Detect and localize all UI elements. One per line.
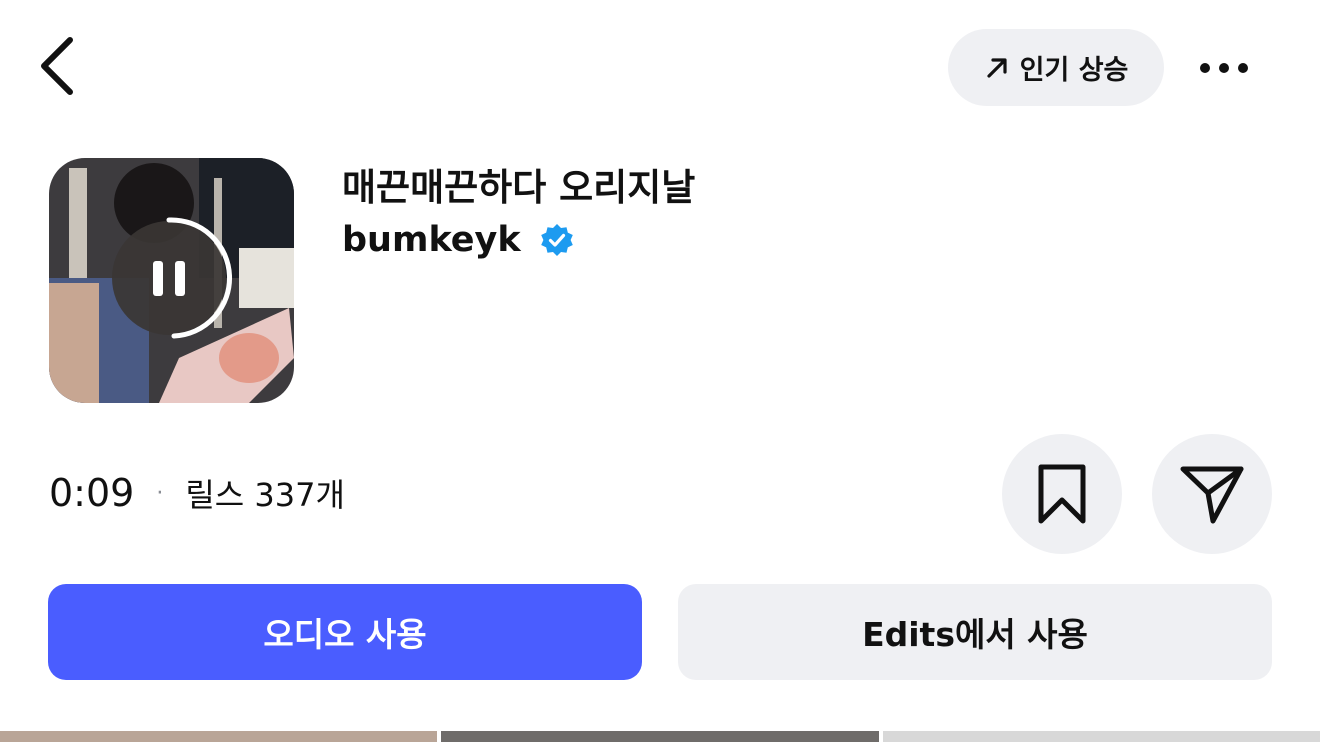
reel-thumbnail[interactable] [0, 731, 437, 742]
bookmark-icon [1038, 464, 1086, 524]
trending-badge[interactable]: 인기 상승 [948, 29, 1164, 106]
cover-photo [49, 158, 294, 403]
arrow-up-right-icon [987, 57, 1007, 78]
reels-count[interactable]: 릴스 337개 [185, 470, 345, 516]
more-horizontal-icon [1200, 63, 1248, 73]
audio-title: 매끈매끈하다 오리지날 [342, 166, 696, 209]
share-button[interactable] [1152, 434, 1272, 554]
reel-thumbnail[interactable] [883, 731, 1320, 742]
duration: 0:09 [49, 471, 135, 515]
trending-label: 인기 상승 [1019, 55, 1129, 86]
artist-row[interactable]: bumkeyk [342, 220, 575, 260]
verified-badge-icon [540, 224, 573, 256]
use-audio-button[interactable]: 오디오 사용 [48, 584, 642, 680]
audio-meta: 0:09 · 릴스 337개 [49, 470, 345, 516]
more-options-button[interactable] [1190, 48, 1258, 88]
reel-thumbnail[interactable] [441, 731, 879, 742]
artist-name[interactable]: bumkeyk [342, 220, 521, 260]
back-button[interactable] [30, 30, 86, 102]
save-audio-button[interactable] [1002, 434, 1122, 554]
chevron-left-icon [41, 37, 73, 95]
separator-dot: · [156, 480, 164, 506]
send-icon [1180, 466, 1244, 524]
use-in-edits-button[interactable]: Edits에서 사용 [678, 584, 1272, 680]
audio-cover-art[interactable] [49, 158, 294, 403]
